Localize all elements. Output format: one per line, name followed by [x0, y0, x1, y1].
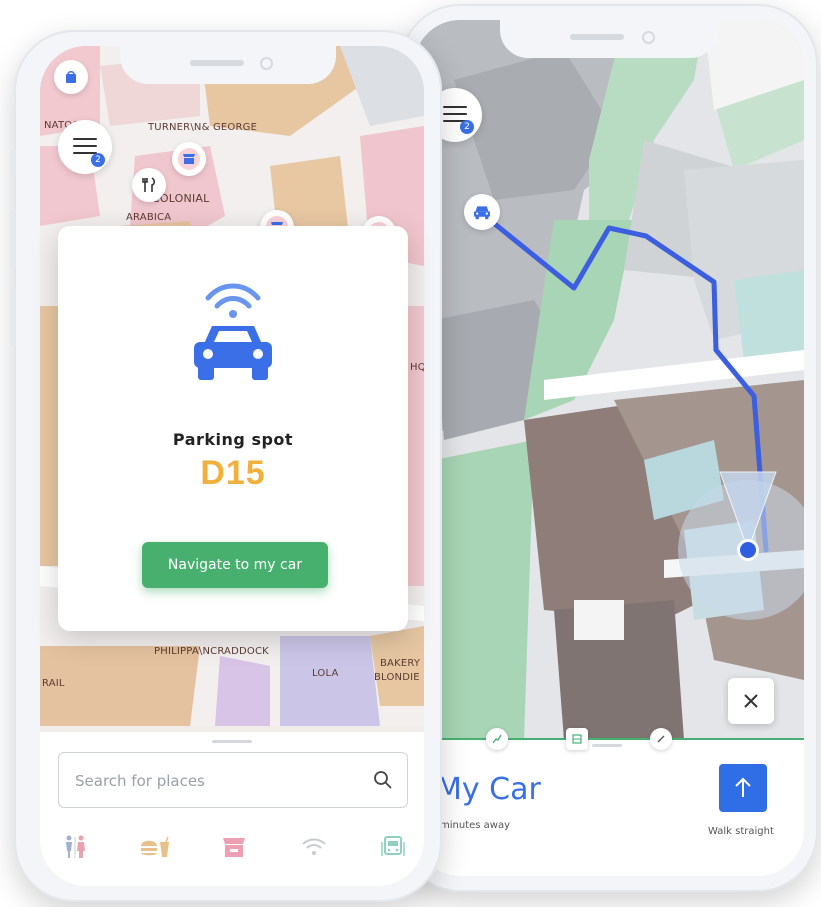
map-control-2[interactable] — [566, 728, 588, 750]
shop-icon[interactable] — [217, 832, 251, 862]
store-label-bakery: BAKERY — [380, 658, 421, 669]
store-label-lola: LOLA — [312, 668, 339, 679]
eta-text: minutes away — [440, 820, 511, 831]
store-label-hq: HQ — [410, 362, 424, 373]
close-navigation-button[interactable] — [728, 678, 774, 724]
close-icon — [744, 694, 758, 708]
bag-pin[interactable] — [54, 60, 88, 94]
connected-car-icon — [194, 283, 272, 380]
panel-handle[interactable] — [592, 744, 622, 747]
food-drink-icon[interactable] — [138, 832, 172, 862]
navigation-panel: My Car minutes away Walk straight — [414, 728, 804, 876]
restroom-icon[interactable] — [58, 832, 92, 862]
search-panel — [40, 732, 424, 886]
panel-handle[interactable] — [212, 740, 252, 743]
notification-badge: 2 — [91, 153, 105, 167]
car-icon — [474, 206, 490, 220]
phone-notch — [500, 20, 718, 58]
parking-spot-card: Parking spot D15 Navigate to my car — [58, 226, 408, 631]
shop-pin[interactable] — [172, 142, 206, 176]
transit-icon[interactable] — [376, 832, 410, 862]
floor-icon — [572, 734, 582, 744]
direction-button[interactable] — [719, 764, 767, 812]
notification-badge: 2 — [460, 120, 474, 134]
search-input[interactable] — [73, 753, 367, 809]
menu-button[interactable]: 2 — [58, 120, 112, 174]
edit-icon — [657, 735, 665, 743]
store-label-rail: RAIL — [42, 678, 65, 689]
phone-notch — [120, 46, 336, 84]
cutlery-icon — [142, 177, 156, 192]
side-button — [10, 150, 15, 176]
route-icon — [492, 734, 502, 744]
direction-label: Walk straight — [708, 826, 774, 837]
store-label-blondie: BLONDIE — [374, 672, 420, 683]
parking-spot-label: Parking spot — [172, 430, 294, 449]
arrow-up-icon — [735, 777, 751, 797]
category-row — [58, 832, 410, 862]
restaurant-pin[interactable] — [132, 168, 166, 202]
shop-icon — [183, 154, 195, 164]
search-icon[interactable] — [373, 770, 393, 790]
store-label-arabica: ARABICA — [126, 212, 172, 223]
side-button — [10, 210, 15, 268]
right-phone: 2 My Car minutes away Walk straight — [396, 4, 818, 892]
search-box[interactable] — [58, 752, 408, 809]
wifi-icon[interactable] — [297, 832, 331, 862]
shopping-bag-icon — [66, 71, 76, 83]
navigation-screen: 2 My Car minutes away Walk straight — [414, 20, 804, 876]
map-control-1[interactable] — [486, 728, 508, 750]
side-button — [10, 288, 15, 346]
car-pin[interactable] — [464, 194, 500, 230]
map-control-3[interactable] — [650, 728, 672, 750]
navigate-to-car-button[interactable]: Navigate to my car — [142, 542, 328, 588]
parking-spot-number: D15 — [200, 454, 266, 492]
destination-title: My Car — [436, 772, 541, 807]
store-label-philippa: PHILIPPA\NCRADDOCK — [154, 646, 269, 657]
store-label-turner: TURNER\N& GEORGE — [148, 122, 258, 133]
